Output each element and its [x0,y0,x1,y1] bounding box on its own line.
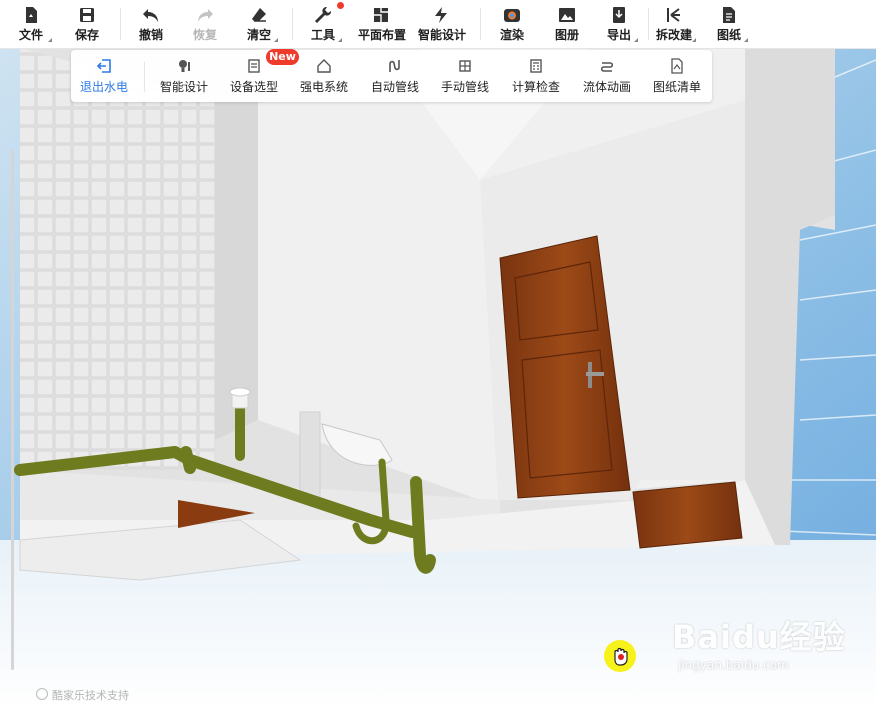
tech-support-footer[interactable]: 酷家乐技术支持 [36,687,129,703]
fluid-anim-button[interactable]: 流体动画 [573,50,641,102]
document-icon [723,7,735,23]
eraser-icon [252,8,266,22]
fluid-icon [600,62,614,72]
file-dropdown-indicator [48,38,52,42]
redo-label: 恢复 [192,28,217,42]
demolish-button[interactable]: 拆改建 [651,0,697,48]
drawing-list-icon [671,58,683,74]
save-icon [80,8,94,22]
drawing-list-label: 图纸清单 [652,80,701,94]
floor-plan-label: 平面布置 [358,28,407,42]
baidu-watermark: Baidu经验 jingyan.baidu.com [672,612,846,672]
export-dropdown-indicator [634,38,638,42]
exit-icon [96,59,111,73]
drawings-dropdown-indicator [744,38,748,42]
toolbar-divider [648,8,649,40]
export-icon [613,7,625,23]
exit-hydro-button[interactable]: 退出水电 [73,50,135,102]
house-icon [317,59,331,73]
album-button[interactable]: 图册 [544,0,590,48]
bulb-icon [179,60,190,72]
3d-viewport[interactable] [0,0,876,711]
tools-dropdown-indicator [338,38,342,42]
floor-plan-button[interactable]: 平面布置 [358,0,407,48]
smart-design-sub-button[interactable]: 智能设计 [151,50,217,102]
camera-icon [504,9,520,22]
exit-hydro-label: 退出水电 [79,80,128,94]
cursor-highlight [604,640,636,672]
calc-check-button[interactable]: 计算检查 [502,50,570,102]
redo-icon [198,9,213,22]
auto-pipe-button[interactable]: 自动管线 [361,50,429,102]
smart-design-button[interactable]: 智能设计 [418,0,467,48]
smart-design-label: 智能设计 [418,28,467,42]
subbar-divider [144,62,145,92]
notification-dot [337,2,344,9]
album-label: 图册 [554,28,579,42]
manual-pipe-button[interactable]: 手动管线 [431,50,499,102]
manual-pipe-label: 手动管线 [440,80,489,94]
demolish-dropdown-indicator [692,38,696,42]
demolish-label: 拆改建 [655,28,692,42]
room-scene [0,48,876,711]
save-label: 保存 [74,28,99,42]
save-button[interactable]: 保存 [64,0,110,48]
wrench-icon [315,6,332,23]
calculator-icon [530,59,542,73]
calc-check-label: 计算检查 [511,80,560,94]
fluid-anim-label: 流体动画 [582,80,631,94]
smart-design-sub-label: 智能设计 [159,80,208,94]
watermark-brand: Baidu经验 [672,618,846,656]
undo-button[interactable]: 撤销 [128,0,174,48]
lightning-icon [435,7,447,23]
power-system-button[interactable]: 强电系统 [291,50,357,102]
demolish-icon [667,8,680,22]
main-toolbar: 文件 保存 撤销 恢复 清空 工具 平面布置 智能设计 渲染 图册 导出 拆改建… [0,0,876,49]
redo-button[interactable]: 恢复 [182,0,228,48]
auto-pipe-label: 自动管线 [370,80,419,94]
device-select-label: 设备选型 [229,80,278,94]
render-label: 渲染 [499,28,524,42]
image-icon [559,8,575,22]
manual-pipe-icon [459,60,471,72]
watermark-url: jingyan.baidu.com [678,658,789,672]
toolbar-divider [120,8,121,40]
drawing-list-button[interactable]: 图纸清单 [644,50,710,102]
render-button[interactable]: 渲染 [489,0,535,48]
toolbar-divider [480,8,481,40]
power-system-label: 强电系统 [299,80,348,94]
new-badge: New [266,49,299,65]
hand-cursor-icon [614,647,628,666]
auto-pipe-icon [389,60,400,72]
file-icon [26,7,37,23]
hydro-electric-toolbar: 退出水电 智能设计 设备选型 强电系统 自动管线 手动管线 计算检查 流体动画 … [71,50,712,102]
support-label: 酷家乐技术支持 [52,689,129,702]
toolbar-divider [292,8,293,40]
support-icon [36,688,48,700]
undo-label: 撤销 [138,28,163,42]
undo-icon [143,9,158,22]
device-icon [248,59,260,73]
left-scrollbar[interactable] [11,150,14,670]
clear-dropdown-indicator [274,38,278,42]
floor-plan-icon [374,8,388,22]
